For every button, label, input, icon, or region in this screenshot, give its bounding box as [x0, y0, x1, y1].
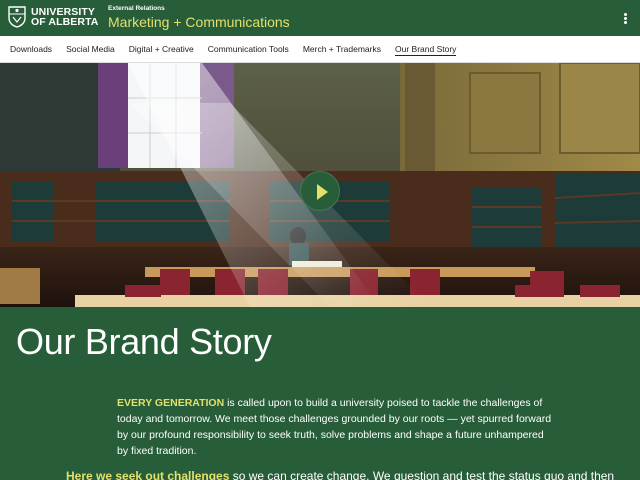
nav-item-our-brand-story[interactable]: Our Brand Story: [395, 36, 457, 62]
more-menu-icon[interactable]: [621, 13, 629, 24]
play-video-button[interactable]: [300, 171, 340, 211]
hero-image: [0, 63, 640, 307]
unit-subtitle: External Relations: [108, 5, 165, 12]
second-highlight-link[interactable]: Here we seek out challenges: [66, 469, 229, 480]
crest-icon: [8, 6, 26, 28]
nav-item-digital-creative[interactable]: Digital + Creative: [129, 36, 194, 62]
nav-item-social-media[interactable]: Social Media: [66, 36, 115, 62]
brand-story-section: Our Brand Story EVERY GENERATION is call…: [0, 307, 640, 480]
university-logo[interactable]: UNIVERSITY OF ALBERTA: [8, 6, 99, 28]
site-header: UNIVERSITY OF ALBERTA External Relations…: [0, 0, 640, 36]
second-text: so we can create change. We question and…: [229, 469, 615, 480]
play-icon: [317, 184, 328, 200]
intro-highlight: EVERY GENERATION: [117, 397, 225, 409]
nav-item-communication-tools[interactable]: Communication Tools: [208, 36, 289, 62]
page-title: Our Brand Story: [16, 321, 272, 362]
nav-item-downloads[interactable]: Downloads: [10, 36, 52, 62]
intro-paragraph: EVERY GENERATION is called upon to build…: [117, 395, 557, 459]
unit-title: Marketing + Communications: [108, 14, 290, 30]
logo-wordmark: UNIVERSITY OF ALBERTA: [31, 6, 99, 28]
unit-name[interactable]: External Relations Marketing + Communica…: [108, 5, 290, 30]
nav-item-merch-trademarks[interactable]: Merch + Trademarks: [303, 36, 381, 62]
second-paragraph: Here we seek out challenges so we can cr…: [66, 468, 626, 480]
logo-line2: OF ALBERTA: [31, 16, 99, 28]
main-nav: Downloads Social Media Digital + Creativ…: [0, 36, 640, 63]
